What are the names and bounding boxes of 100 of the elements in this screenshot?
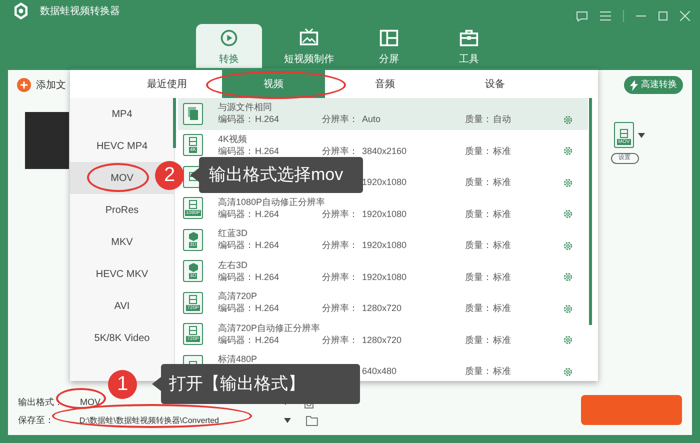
highlight-ellipse: [87, 163, 149, 192]
resolution-value: 1920x1080: [362, 270, 408, 284]
resolution-value: Auto: [362, 113, 382, 126]
quality-value: 标准: [493, 176, 512, 189]
quality-label: 质量：: [465, 302, 493, 315]
fast-convert-button[interactable]: 高速转换: [624, 76, 683, 94]
main-tab[interactable]: 转换: [196, 24, 262, 70]
resolution-label: 分辨率：: [322, 334, 359, 346]
resolution-value: 1920x1080: [362, 208, 408, 220]
save-path-field[interactable]: D:\数据蛙\数据蛙视频转换器\Converted: [69, 414, 272, 427]
quality-label: 质量：: [465, 144, 493, 158]
settings-icon[interactable]: [563, 240, 573, 251]
quality-value: 标准: [493, 365, 512, 378]
maximize-icon[interactable]: [658, 11, 668, 21]
settings-icon[interactable]: [563, 335, 573, 346]
settings-icon[interactable]: [563, 209, 573, 220]
resolution-label: 分辨率：: [322, 302, 359, 315]
lightning-icon: [630, 80, 638, 90]
close-icon[interactable]: [680, 11, 690, 21]
split-layout-icon: [379, 28, 399, 48]
resolution-label: 分辨率：: [322, 239, 359, 252]
format-category-tab[interactable]: 设备: [460, 70, 530, 98]
quality-label: 质量：: [465, 334, 493, 346]
format-list-item[interactable]: AVI: [70, 290, 174, 322]
codec-value: H.264: [255, 334, 280, 346]
codec-label: 编码器：: [218, 208, 255, 220]
quality-label: 质量：: [465, 365, 493, 378]
main-tab[interactable]: 工具: [436, 24, 502, 70]
video-thumbnail-placeholder: [25, 112, 69, 169]
scrollbar-thumb[interactable]: [589, 98, 592, 325]
codec-value: H.264: [255, 270, 280, 284]
preset-name: 4K视频: [218, 132, 248, 145]
folder-icon[interactable]: [306, 416, 318, 426]
quality-value: 标准: [493, 239, 512, 252]
main-tab[interactable]: 短视频制作: [276, 24, 342, 70]
settings-icon[interactable]: [563, 304, 573, 314]
add-file-button[interactable]: 添加文: [17, 78, 66, 92]
resolution-value: 640x480: [362, 365, 398, 378]
chat-icon[interactable]: [576, 10, 588, 22]
resolution-value: 1280x720: [362, 334, 403, 346]
resolution-label: 分辨率：: [322, 208, 359, 220]
toolbox-icon: [459, 28, 479, 48]
plus-icon: [17, 78, 31, 92]
resolution-value: 1920x1080: [362, 176, 408, 189]
resolution-label: 分辨率：: [322, 270, 359, 284]
codec-label: 编码器：: [218, 302, 255, 315]
preset-name: 标清480P: [218, 353, 258, 366]
codec-label: 编码器：: [218, 113, 255, 126]
format-category-tab[interactable]: 音频: [350, 70, 420, 98]
settings-icon[interactable]: [563, 178, 573, 188]
resolution-value: 1920x1080: [362, 239, 408, 252]
save-to-label: 保存至：: [18, 414, 55, 427]
codec-label: 编码器：: [218, 334, 255, 346]
step-tooltip: 打开【输出格式】: [161, 364, 360, 404]
codec-label: 编码器：: [218, 144, 255, 158]
format-list-item[interactable]: 5K/8K Video: [70, 322, 174, 354]
codec-value: H.264: [255, 113, 280, 126]
quality-value: 标准: [493, 208, 512, 220]
scrollbar-thumb[interactable]: [173, 98, 176, 148]
format-category-tab[interactable]: 最近使用: [132, 70, 202, 98]
codec-value: H.264: [255, 144, 280, 158]
format-list-item[interactable]: MKV: [70, 226, 174, 258]
app-logo-icon: [12, 2, 30, 20]
preset-name: 高清720P自动修正分辨率: [218, 322, 322, 334]
preset-name: 高清720P: [218, 290, 258, 302]
quality-value: 标准: [493, 144, 512, 158]
codec-value: H.264: [255, 208, 280, 220]
preset-name: 左右3D: [218, 258, 249, 271]
resolution-label: 分辨率：: [322, 113, 359, 126]
quality-label: 质量：: [465, 113, 493, 126]
settings-icon[interactable]: [563, 146, 573, 156]
resolution-value: 3840x2160: [362, 144, 408, 158]
preset-name: 与源文件相同: [218, 101, 273, 114]
settings-icon[interactable]: [563, 272, 573, 282]
format-list-item[interactable]: MP4: [70, 98, 174, 130]
preset-row[interactable]: 与源文件相同 编码器：H.264 分辨率： Auto 质量：自动: [178, 98, 588, 130]
caret-icon[interactable]: [284, 418, 292, 423]
settings-icon[interactable]: [563, 366, 573, 377]
quality-label: 质量：: [465, 176, 493, 189]
codec-label: 编码器：: [218, 270, 255, 284]
main-tab[interactable]: 分屏: [356, 24, 422, 70]
preset-name: 红蓝3D: [218, 227, 249, 240]
quality-value: 标准: [493, 334, 512, 346]
quality-label: 质量：: [465, 239, 493, 252]
format-category-tab[interactable]: 视频: [222, 70, 325, 98]
resolution-label: 分辨率：: [322, 144, 359, 158]
play-circle-icon: [219, 28, 239, 48]
resolution-value: 1280x720: [362, 302, 403, 315]
format-list-item[interactable]: HEVC MP4: [70, 130, 174, 162]
format-list-item[interactable]: ProRes: [70, 194, 174, 226]
format-list-item[interactable]: HEVC MKV: [70, 258, 174, 290]
settings-icon[interactable]: [563, 114, 573, 125]
output-format-value[interactable]: MOV: [80, 396, 101, 410]
quality-value: 自动: [493, 113, 512, 126]
tv-icon: [299, 28, 319, 48]
preset-format-icon: [183, 102, 203, 125]
menu-icon[interactable]: [600, 11, 611, 21]
quality-label: 质量：: [465, 208, 493, 220]
caret-icon[interactable]: [638, 132, 645, 138]
quality-value: 标准: [493, 270, 512, 284]
